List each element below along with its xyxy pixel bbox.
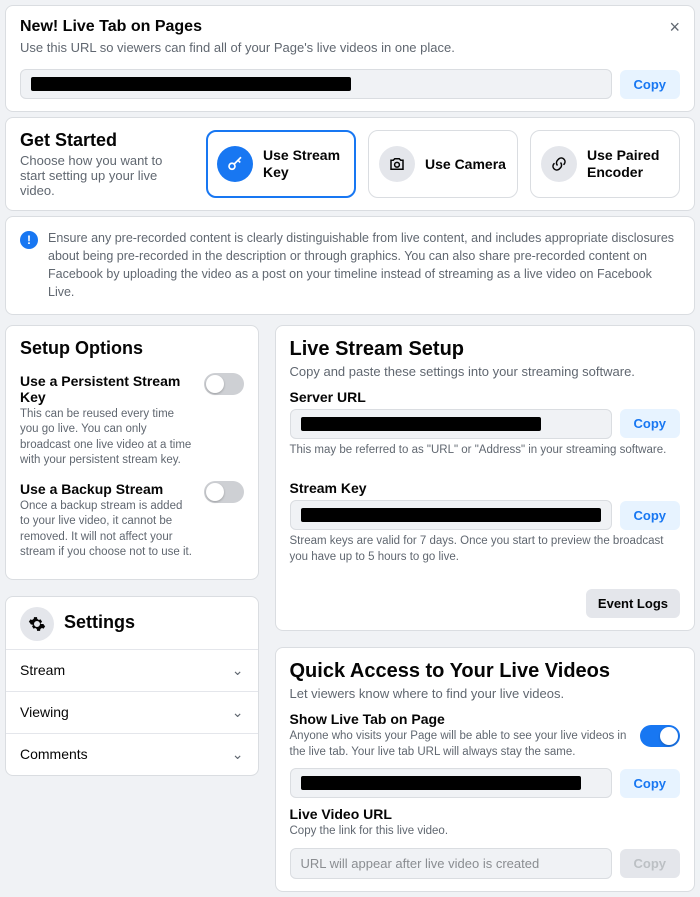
persistent-key-desc: This can be reused every time you go liv… [20, 407, 194, 469]
server-url-label: Server URL [290, 389, 681, 405]
live-stream-subtitle: Copy and paste these settings into your … [290, 364, 681, 379]
backup-stream-desc: Once a backup stream is added to your li… [20, 499, 194, 561]
option-label: Use Paired Encoder [587, 147, 669, 181]
copy-stream-key-button[interactable]: Copy [620, 501, 681, 530]
live-stream-setup-card: Live Stream Setup Copy and paste these s… [275, 325, 696, 632]
live-tab-url-value [290, 768, 612, 798]
settings-item-stream[interactable]: Stream ⌄ [6, 649, 258, 691]
show-live-tab-toggle[interactable] [640, 725, 680, 747]
live-tab-url-box [20, 69, 612, 99]
chevron-down-icon: ⌄ [232, 746, 244, 763]
persistent-key-title: Use a Persistent Stream Key [20, 373, 194, 405]
info-icon: ! [20, 231, 38, 249]
backup-stream-title: Use a Backup Stream [20, 481, 194, 497]
live-video-url-desc: Copy the link for this live video. [290, 824, 681, 840]
show-live-tab-title: Show Live Tab on Page [290, 711, 631, 727]
option-stream-key[interactable]: Use Stream Key [206, 130, 356, 198]
settings-title: Settings [64, 612, 135, 633]
stream-key-note: Stream keys are valid for 7 days. Once y… [290, 534, 681, 565]
camera-icon [379, 146, 415, 182]
quick-access-card: Quick Access to Your Live Videos Let vie… [275, 647, 696, 892]
close-icon[interactable]: × [669, 18, 680, 36]
settings-item-comments[interactable]: Comments ⌄ [6, 733, 258, 775]
banner-title: New! Live Tab on Pages [20, 18, 455, 36]
get-started-card: Get Started Choose how you want to start… [5, 117, 695, 211]
setup-options-card: Setup Options Use a Persistent Stream Ke… [5, 325, 259, 580]
key-icon [217, 146, 253, 182]
banner-subtitle: Use this URL so viewers can find all of … [20, 40, 455, 55]
show-live-tab-desc: Anyone who visits your Page will be able… [290, 729, 631, 760]
option-label: Use Camera [425, 156, 506, 173]
copy-server-url-button[interactable]: Copy [620, 409, 681, 438]
copy-live-tab-url-button[interactable]: Copy [620, 70, 681, 99]
get-started-title: Get Started [20, 130, 190, 151]
option-paired-encoder[interactable]: Use Paired Encoder [530, 130, 680, 198]
settings-item-label: Viewing [20, 704, 69, 720]
persistent-key-toggle[interactable] [204, 373, 244, 395]
server-url-note: This may be referred to as "URL" or "Add… [290, 443, 681, 459]
chevron-down-icon: ⌄ [232, 704, 244, 721]
link-icon [541, 146, 577, 182]
quick-access-subtitle: Let viewers know where to find your live… [290, 686, 681, 701]
backup-stream-row: Use a Backup Stream Once a backup stream… [20, 475, 244, 567]
get-started-subtitle: Choose how you want to start setting up … [20, 153, 190, 198]
settings-card: Settings Stream ⌄ Viewing ⌄ Comments ⌄ [5, 596, 259, 776]
live-video-url-title: Live Video URL [290, 806, 681, 822]
settings-item-label: Stream [20, 662, 65, 678]
chevron-down-icon: ⌄ [232, 662, 244, 679]
settings-item-viewing[interactable]: Viewing ⌄ [6, 691, 258, 733]
live-stream-title: Live Stream Setup [290, 338, 681, 361]
prerecorded-info-banner: ! Ensure any pre-recorded content is cle… [5, 216, 695, 315]
settings-item-label: Comments [20, 746, 88, 762]
gear-icon [20, 607, 54, 641]
setup-options-title: Setup Options [20, 338, 244, 359]
server-url-value [290, 409, 612, 439]
persistent-key-row: Use a Persistent Stream Key This can be … [20, 367, 244, 475]
live-video-url-input: URL will appear after live video is crea… [290, 848, 612, 879]
stream-key-value [290, 500, 612, 530]
copy-live-video-url-button: Copy [620, 849, 681, 878]
backup-stream-toggle[interactable] [204, 481, 244, 503]
stream-key-label: Stream Key [290, 480, 681, 496]
info-text: Ensure any pre-recorded content is clear… [48, 229, 680, 302]
option-label: Use Stream Key [263, 147, 345, 181]
option-camera[interactable]: Use Camera [368, 130, 518, 198]
quick-access-title: Quick Access to Your Live Videos [290, 660, 681, 683]
event-logs-button[interactable]: Event Logs [586, 589, 680, 618]
copy-live-tab-button[interactable]: Copy [620, 769, 681, 798]
live-tab-banner: New! Live Tab on Pages Use this URL so v… [5, 5, 695, 112]
